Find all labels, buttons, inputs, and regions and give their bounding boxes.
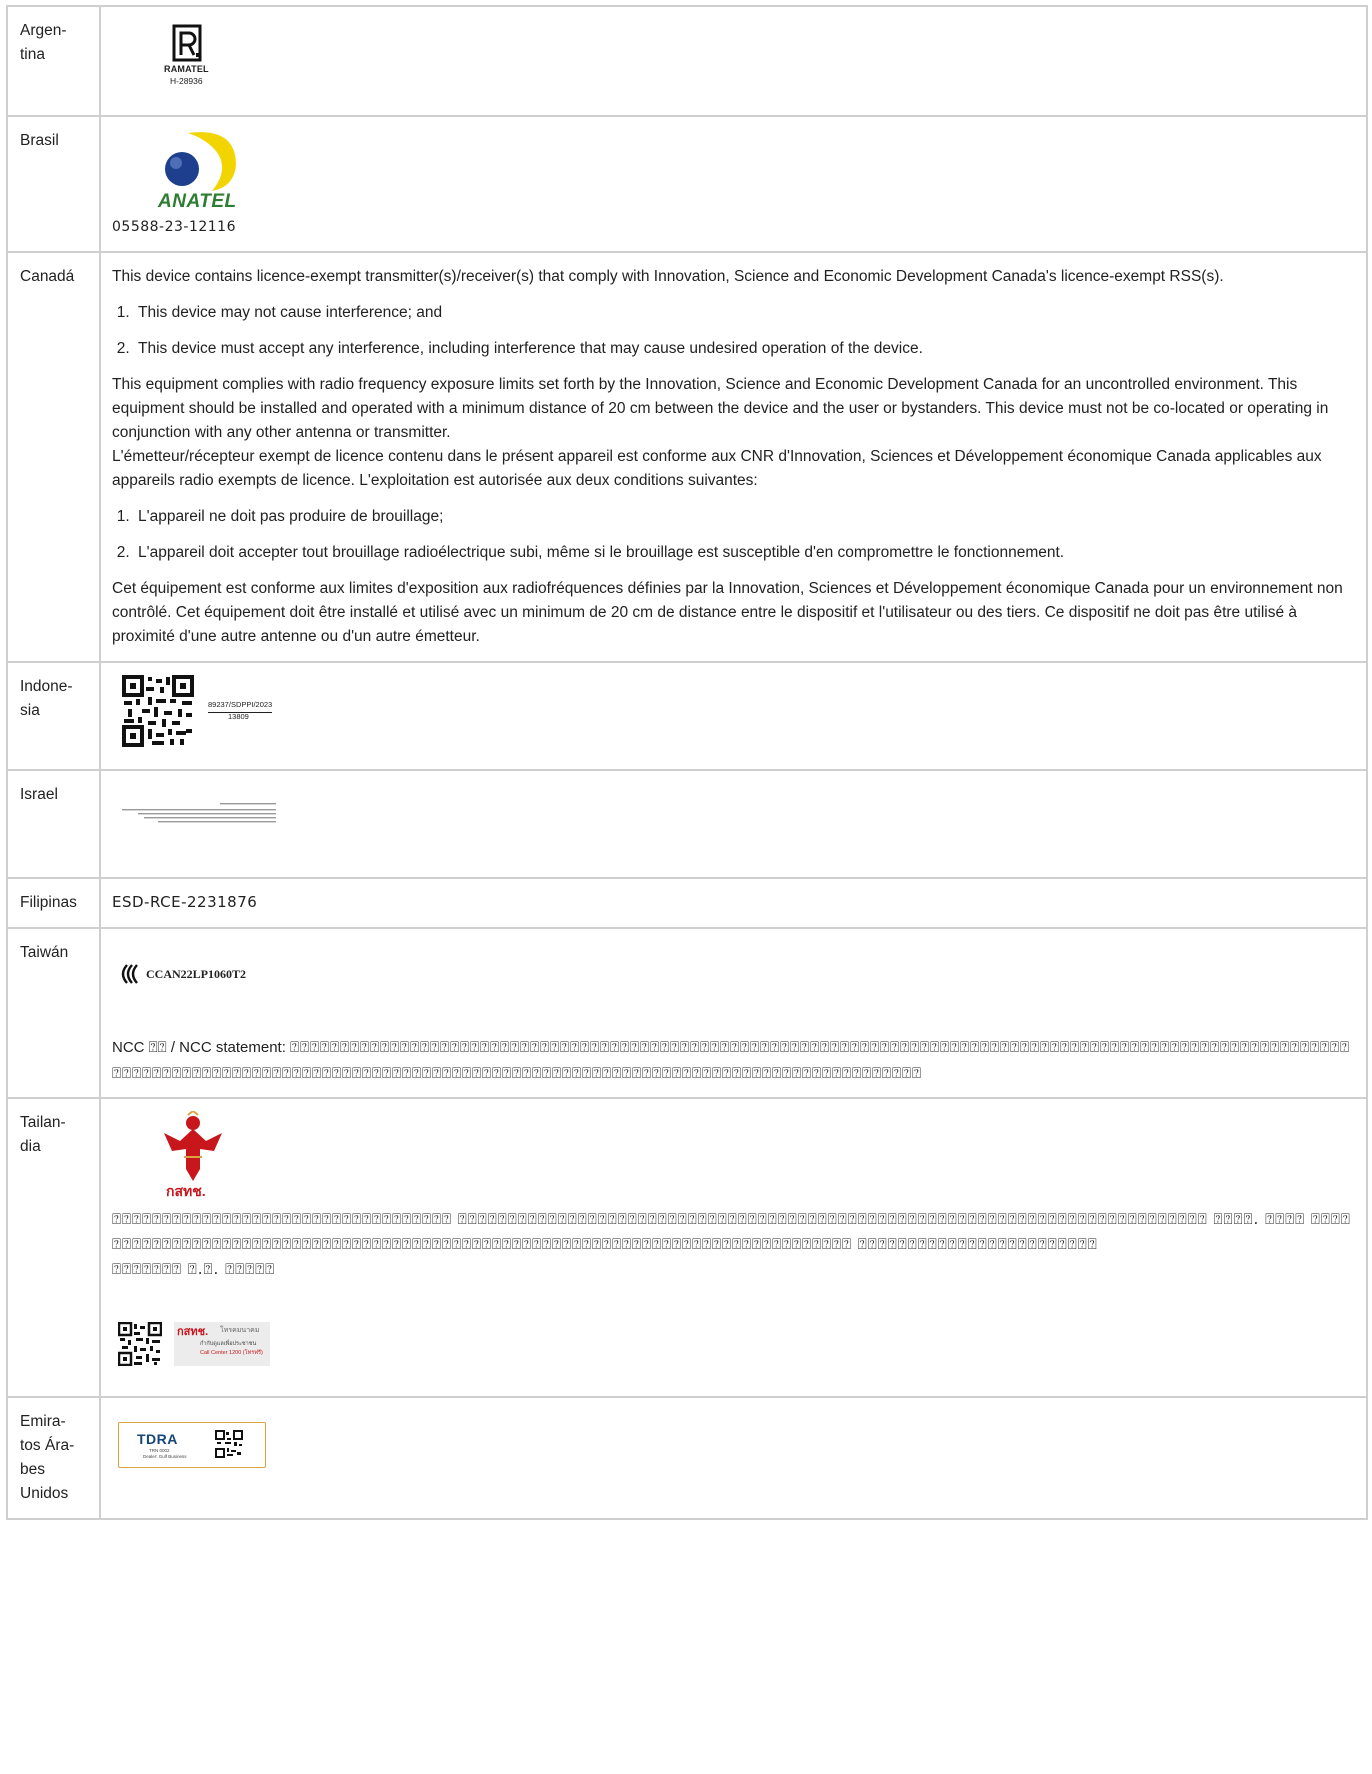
country-name: Brasil xyxy=(20,132,59,149)
country-name: Taiwán xyxy=(20,943,69,961)
anatel-code: 05588-23-12116 xyxy=(112,219,236,235)
list-item: This device must accept any interference… xyxy=(134,337,1352,361)
table-row: Israel xyxy=(6,768,1368,879)
ramatel-logo: RAMATEL H-28936 xyxy=(134,23,254,103)
country-cell: Brasil xyxy=(6,115,101,253)
sdppi-cert-bottom: 13809 xyxy=(228,711,249,721)
ncc-mark: CCAN22LP1060T2 xyxy=(118,961,1352,987)
content-cell: ANATEL 05588-23-12116 xyxy=(99,115,1368,253)
content-cell: This device contains licence-exempt tran… xyxy=(99,250,1368,663)
qr-code-icon xyxy=(122,674,194,747)
country-name: Emira- tos Ára- bes Unidos xyxy=(20,1412,75,1502)
table-row: Tailan- dia กสทช. ⍰⍰⍰⍰⍰⍰⍰⍰⍰⍰⍰⍰⍰⍰⍰⍰⍰⍰⍰⍰⍰⍰… xyxy=(6,1097,1368,1398)
anatel-logo: ANATEL xyxy=(158,129,298,213)
country-name: Israel xyxy=(20,785,58,803)
canada-intro-fr: L'émetteur/récepteur exempt de licence c… xyxy=(112,447,1322,489)
country-cell: Taiwán xyxy=(6,926,101,1100)
table-row: Canadá This device contains licence-exem… xyxy=(6,250,1368,663)
table-row: Indone- sia 89237/SDPPI/2023 13809 xyxy=(6,660,1368,771)
thai-notice-text-end: ⍰⍰⍰⍰⍰⍰⍰ ⍰.⍰. ⍰⍰⍰⍰⍰ xyxy=(112,1259,276,1278)
canada-list-en: This device may not cause interference; … xyxy=(112,301,1352,361)
content-cell: กสทช. ⍰⍰⍰⍰⍰⍰⍰⍰⍰⍰⍰⍰⍰⍰⍰⍰⍰⍰⍰⍰⍰⍰⍰⍰⍰⍰⍰⍰⍰⍰⍰⍰⍰⍰… xyxy=(99,1097,1368,1398)
regulatory-table: Argen- tina RAMATEL H-28936 Brasil ANATE… xyxy=(6,5,1368,1520)
garuda-emblem-icon xyxy=(164,1111,222,1182)
nbtc-hotline-badge: กสทช. โทรคมนาคม กำกับดูแลเพื่อประชาชน Ca… xyxy=(174,1321,270,1366)
country-name: Canadá xyxy=(20,267,75,285)
canada-exposure-fr: Cet équipement est conforme aux limites … xyxy=(112,579,1343,645)
country-name: Tailan- dia xyxy=(20,1114,66,1156)
ncc-statement-text: ⍰⍰⍰⍰⍰⍰⍰⍰⍰⍰⍰⍰⍰⍰⍰⍰⍰⍰⍰⍰⍰⍰⍰⍰⍰⍰⍰⍰⍰⍰⍰⍰⍰⍰⍰⍰⍰⍰⍰⍰… xyxy=(112,1037,1351,1082)
canada-list-fr: L'appareil ne doit pas produire de broui… xyxy=(112,505,1352,565)
country-cell: Emira- tos Ára- bes Unidos xyxy=(6,1395,101,1520)
table-row: Brasil ANATEL 05588-23-12116 xyxy=(6,115,1368,253)
table-row: Filipinas ESD-RCE-2231876 xyxy=(6,876,1368,929)
table-row: Emira- tos Ára- bes Unidos TDRA TRN 0002… xyxy=(6,1395,1368,1520)
anatel-label: ANATEL xyxy=(158,191,237,212)
content-cell xyxy=(99,768,1368,879)
israel-notice-image xyxy=(118,797,1352,837)
nbtc-badge-row: กสทช. โทรคมนาคม กำกับดูแลเพื่อประชาชน Ca… xyxy=(118,1321,1352,1366)
content-cell: ESD-RCE-2231876 xyxy=(99,876,1368,929)
country-name: Argen- tina xyxy=(20,22,67,64)
badge-brand: กสทช. xyxy=(177,1325,209,1338)
badge-org: โทรคมนาคม xyxy=(220,1326,260,1334)
sdppi-label: 89237/SDPPI/2023 13809 xyxy=(122,674,1352,755)
content-cell: RAMATEL H-28936 xyxy=(99,5,1368,117)
country-cell: Canadá xyxy=(6,250,101,663)
ntc-code: ESD-RCE-2231876 xyxy=(112,892,258,911)
tdra-label: TDRA TRN 0002 Dealer: Gulf Business xyxy=(118,1421,266,1468)
canada-intro-en: This device contains licence-exempt tran… xyxy=(112,267,1224,285)
country-cell: Filipinas xyxy=(6,876,101,929)
ncc-statement: NCC ⍰⍰ / NCC statement: ⍰⍰⍰⍰⍰⍰⍰⍰⍰⍰⍰⍰⍰⍰⍰⍰… xyxy=(112,1035,1352,1086)
country-cell: Israel xyxy=(6,768,101,879)
country-cell: Tailan- dia xyxy=(6,1097,101,1398)
thai-notice-text: ⍰⍰⍰⍰⍰⍰⍰⍰⍰⍰⍰⍰⍰⍰⍰⍰⍰⍰⍰⍰⍰⍰⍰⍰⍰⍰⍰⍰⍰⍰⍰⍰⍰⍰ ⍰⍰⍰⍰⍰… xyxy=(112,1210,1351,1254)
content-cell: CCAN22LP1060T2 NCC ⍰⍰ / NCC statement: ⍰… xyxy=(99,926,1368,1100)
hebrew-notice-image xyxy=(122,802,276,823)
ncc-code: CCAN22LP1060T2 xyxy=(146,966,247,981)
ramatel-code: H-28936 xyxy=(170,76,203,86)
qr-code-icon xyxy=(118,1321,162,1366)
country-name: Indone- sia xyxy=(20,677,73,719)
nbtc-label: กสทช. xyxy=(166,1183,206,1200)
content-cell: TDRA TRN 0002 Dealer: Gulf Business xyxy=(99,1395,1368,1520)
ncc-wave-icon xyxy=(121,964,138,984)
table-row: Argen- tina RAMATEL H-28936 xyxy=(6,5,1368,117)
ncc-statement-prefix: NCC ⍰⍰ / NCC statement: xyxy=(112,1038,291,1056)
country-cell: Indone- sia xyxy=(6,660,101,771)
country-name: Filipinas xyxy=(20,893,77,911)
badge-line2: Call Center 1200 (โทรฟรี) xyxy=(200,1349,263,1356)
tdra-sub2: Dealer: Gulf Business xyxy=(143,1453,187,1459)
country-cell: Argen- tina xyxy=(6,5,101,117)
badge-line1: กำกับดูแลเพื่อประชาชน xyxy=(200,1340,257,1347)
list-item: L'appareil doit accepter tout brouillage… xyxy=(134,541,1352,565)
qr-code-icon xyxy=(215,1429,243,1458)
canada-exposure-en: This equipment complies with radio frequ… xyxy=(112,375,1329,441)
content-cell: 89237/SDPPI/2023 13809 xyxy=(99,660,1368,771)
list-item: This device may not cause interference; … xyxy=(134,301,1352,325)
table-row: Taiwán CCAN22LP1060T2 NCC ⍰⍰ / NCC state… xyxy=(6,926,1368,1100)
nbtc-logo: กสทช. xyxy=(158,1111,238,1201)
anatel-globe-icon xyxy=(165,132,236,191)
list-item: L'appareil ne doit pas produire de broui… xyxy=(134,505,1352,529)
